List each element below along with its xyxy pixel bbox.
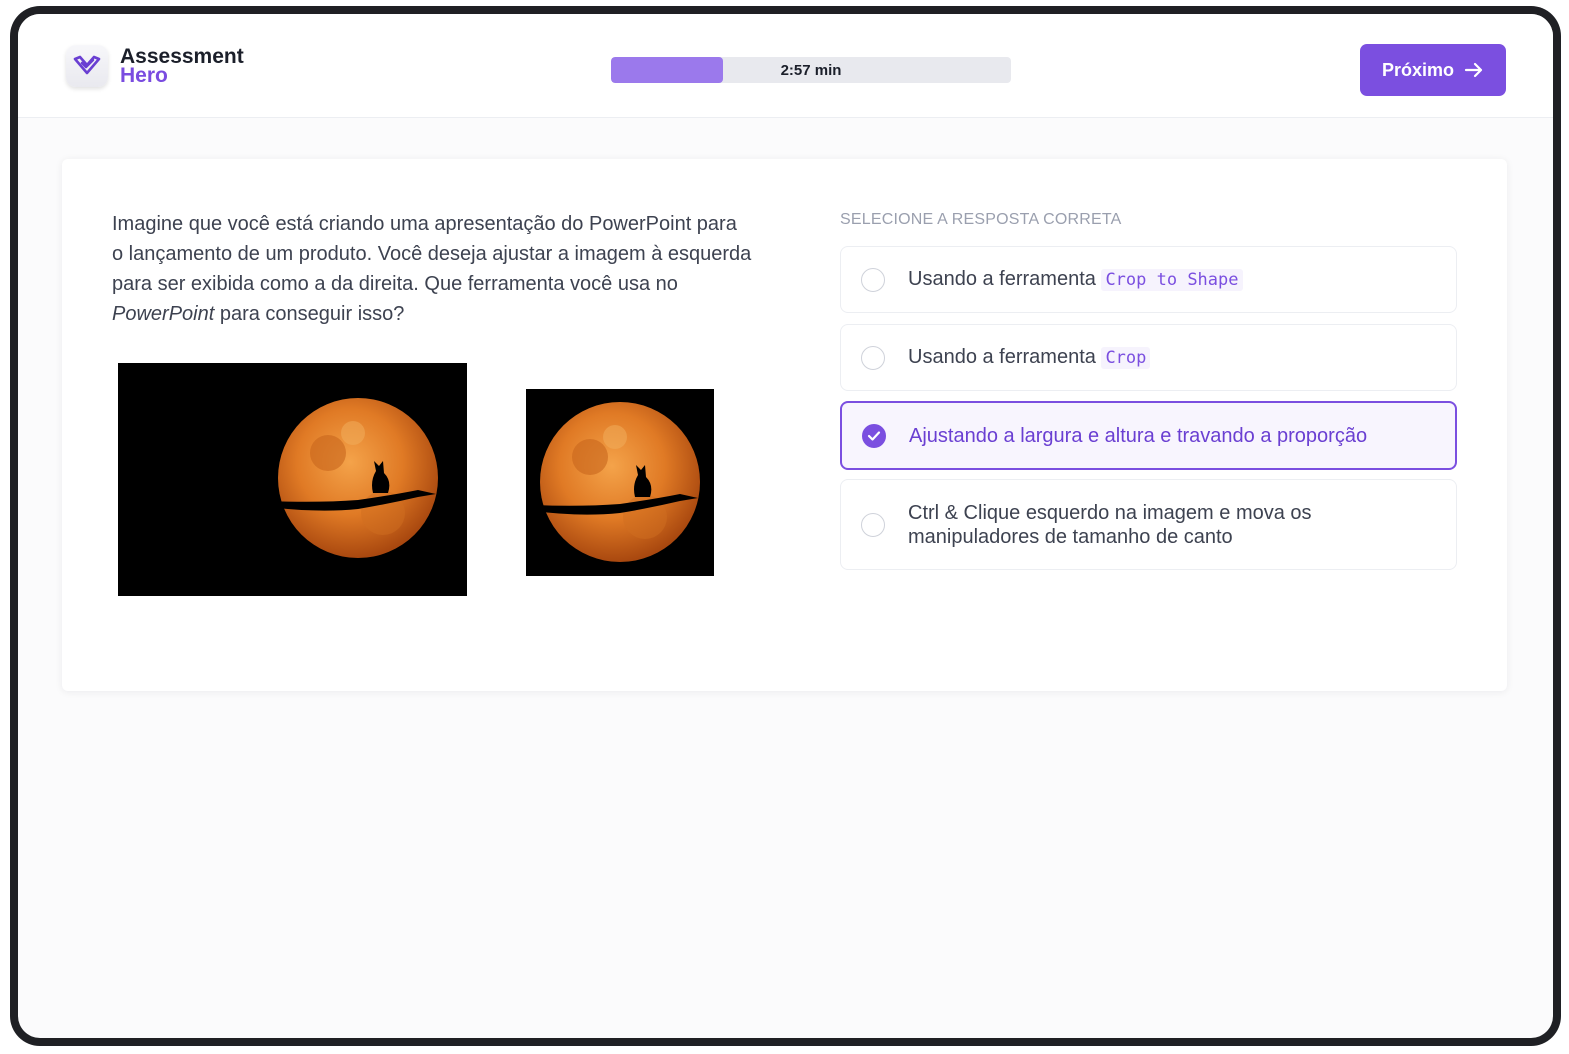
answer-option-2-text: Usando a ferramenta Crop — [908, 345, 1151, 370]
answer-option-3[interactable]: Ajustando a largura e altura e travando … — [840, 401, 1457, 470]
answer-text: Usando a ferramenta — [908, 346, 1102, 368]
brand-logo[interactable]: Assessment Hero — [66, 42, 244, 90]
original-image-moon-cat — [118, 363, 467, 596]
answer-code: Crop — [1101, 347, 1151, 369]
answer-option-1[interactable]: Usando a ferramenta Crop to Shape — [840, 246, 1457, 313]
question-text-part1: Imagine que você está criando uma aprese… — [112, 213, 752, 295]
answer-option-3-text: Ajustando a largura e altura e travando … — [909, 424, 1368, 447]
timer-label: 2:57 min — [780, 61, 842, 79]
question-card: Imagine que você está criando uma aprese… — [62, 159, 1507, 691]
arrow-right-icon — [1464, 62, 1483, 78]
top-bar: Assessment Hero 2:57 min Próximo — [18, 14, 1553, 118]
target-image-moon-cat — [526, 389, 714, 576]
radio-button[interactable] — [861, 512, 885, 537]
answer-option-2[interactable]: Usando a ferramenta Crop — [840, 324, 1457, 391]
question-text-part2: para conseguir isso? — [214, 303, 405, 325]
answer-option-4[interactable]: Ctrl & Clique esquerdo na imagem e mova … — [840, 479, 1457, 570]
radio-button[interactable] — [861, 267, 885, 292]
next-button-label: Próximo — [1381, 59, 1455, 80]
answers-section-label: SELECIONE A RESPOSTA CORRETA — [840, 211, 1122, 228]
answer-text: Usando a ferramenta — [908, 268, 1102, 290]
answer-option-1-text: Usando a ferramenta Crop to Shape — [908, 267, 1243, 292]
question-text: Imagine que você está criando uma aprese… — [112, 209, 752, 329]
answer-option-4-text: Ctrl & Clique esquerdo na imagem e mova … — [908, 501, 1312, 548]
next-button[interactable]: Próximo — [1360, 44, 1506, 96]
question-text-italic: PowerPoint — [112, 303, 215, 325]
app-screen: Assessment Hero 2:57 min Próximo Imagine… — [18, 14, 1553, 1038]
answer-code: Crop to Shape — [1101, 269, 1243, 291]
timer-progress-bar: 2:57 min — [611, 57, 1011, 83]
check-heart-logo-icon — [66, 45, 108, 87]
radio-button-checked[interactable] — [862, 423, 886, 448]
device-frame: Assessment Hero 2:57 min Próximo Imagine… — [10, 6, 1561, 1046]
radio-button[interactable] — [861, 345, 885, 370]
brand-name-line2: Hero — [120, 64, 168, 87]
checkmark-icon — [867, 430, 881, 441]
